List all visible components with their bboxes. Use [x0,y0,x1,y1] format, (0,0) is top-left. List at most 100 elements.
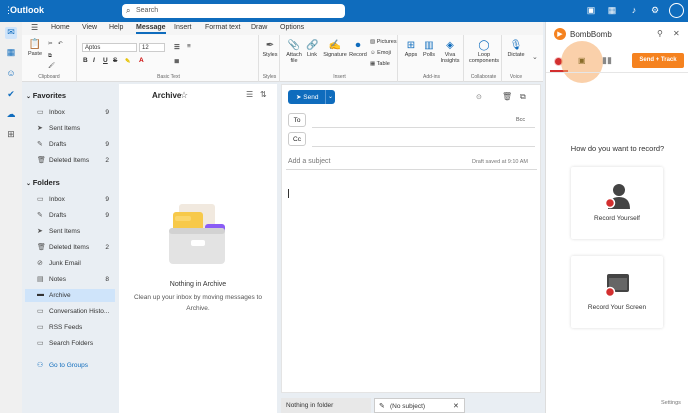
filter-icon[interactable]: ☰ [246,90,253,99]
to-label: To [293,117,301,124]
cc-field[interactable] [312,132,532,146]
highlight-icon[interactable]: ✎ [125,57,130,65]
tab-options[interactable]: Options [280,24,304,31]
font-color-icon[interactable]: A [139,57,144,64]
settings-icon[interactable]: ⚙ [649,5,661,16]
folder-deleted-items[interactable]: 🗑 Deleted Items 2 [25,241,115,254]
tab-message[interactable]: Message [136,24,166,34]
attach-file-button[interactable]: 📎 Attach file [286,40,302,64]
folder-junk-email[interactable]: ⊘ Junk Email [25,257,115,270]
cut-icon[interactable]: ✂ [48,41,53,47]
onedrive-icon[interactable]: ☁ [5,109,17,121]
record-button[interactable]: ⏺ Record [348,40,368,58]
font-name-dropdown[interactable]: Aptos [82,43,137,52]
font-size-dropdown[interactable]: 12 [139,43,165,52]
folder-label: Sent Items [49,228,81,235]
settings-link[interactable]: Settings [661,400,681,406]
undo-icon[interactable]: ↶ [58,41,63,47]
search-input[interactable]: ⌕ Search [122,4,345,18]
record-yourself-card[interactable]: Record Yourself [571,167,663,239]
folder-notes[interactable]: ▤ Notes 8 [25,273,115,286]
apps-icon[interactable]: ⊞ [5,129,17,141]
dictate-button[interactable]: 🎙 Dictate [505,40,527,58]
bullets-icon[interactable]: ☰ [174,43,180,51]
styles-button[interactable]: ✒ Styles [261,40,279,58]
analytics-icon[interactable]: ▮▮ [602,55,612,66]
pin-icon[interactable]: ⚲ [657,29,663,38]
folder-archive[interactable]: ▬ Archive [25,289,115,302]
favorites-header[interactable]: ⌄ Favorites [26,91,66,100]
delete-icon[interactable]: 🗑 [502,92,512,101]
signature-button[interactable]: ✍ Signature [322,40,348,58]
tab-draft[interactable]: ✎ (No subject) ✕ [374,398,465,413]
folder-rss-feeds[interactable]: ▭ RSS Feeds [25,321,115,334]
calendar-icon[interactable]: ▦ [606,5,618,16]
pictures-button[interactable]: ▨ Pictures [370,39,397,45]
viva-insights-button[interactable]: ◈ Viva Insights [440,40,460,64]
emoji-button[interactable]: ☺ Emoji [370,50,391,56]
avatar[interactable] [669,3,684,18]
format-painter-icon[interactable]: 🖌 [48,63,55,69]
close-icon[interactable]: ✕ [673,29,680,38]
table-button[interactable]: ▦ Table [370,61,390,67]
tab-nothing-in-folder[interactable]: Nothing in folder [281,398,371,413]
polls-button[interactable]: ▥ Polls [422,40,436,58]
to-field[interactable] [312,113,532,127]
sort-icon[interactable]: ⇅ [260,90,267,99]
underline-icon[interactable]: U [103,57,108,64]
folder-conversation-history[interactable]: ▭ Conversation Histo... [25,305,115,318]
tab-home[interactable]: Home [51,24,70,31]
to-divider [312,127,535,128]
star-icon[interactable]: ☆ [180,90,188,101]
bcc-link[interactable]: Bcc [516,117,525,123]
send-track-button[interactable]: Send + Track [632,53,684,68]
paste-button[interactable]: 📋 Paste [26,39,44,57]
numbering-icon[interactable]: ≡ [187,43,191,50]
favorite-sent-items[interactable]: ➤ Sent Items [25,122,115,135]
tab-format-text[interactable]: Format text [205,24,240,31]
loop-components-button[interactable]: ◯ Loop components [468,40,500,64]
popout-icon[interactable]: ⧉ [520,92,526,102]
junk-icon: ⊘ [37,260,43,267]
subject-input[interactable]: Add a subject [288,158,330,165]
link-button[interactable]: 🔗 Link [306,40,318,58]
mail-icon[interactable]: ✉ [5,27,17,39]
tab-draw[interactable]: Draw [251,24,267,31]
strikethrough-icon[interactable]: S [113,57,117,64]
chevron-down-icon: ⌄ [327,94,334,100]
hamburger-icon[interactable]: ☰ [31,23,38,32]
favorite-inbox[interactable]: ▭ Inbox 9 [25,106,115,119]
folder-label: Drafts [49,212,67,219]
to-button[interactable]: To [288,113,306,127]
record-screen-card[interactable]: Record Your Screen [571,256,663,328]
folder-drafts[interactable]: ✎ Drafts 9 [25,209,115,222]
copy-icon[interactable]: ⧉ [48,53,52,60]
todo-icon[interactable]: ✔ [5,89,17,101]
ribbon-collapse-icon[interactable]: ⌄ [532,53,538,61]
favorite-drafts[interactable]: ✎ Drafts 9 [25,138,115,151]
folder-inbox[interactable]: ▭ Inbox 9 [25,193,115,206]
calendar-icon[interactable]: ▦ [5,47,17,59]
message-body[interactable] [286,173,537,383]
meet-now-icon[interactable]: ▣ [585,5,597,16]
folders-header[interactable]: ⌄ Folders [26,178,60,187]
apps-button[interactable]: ⊞ Apps [404,40,418,58]
favorite-deleted-items[interactable]: 🗑 Deleted Items 2 [25,154,115,167]
tab-view[interactable]: View [82,24,97,31]
align-left-icon[interactable]: ≣ [174,57,179,65]
tab-insert[interactable]: Insert [174,24,192,31]
italic-icon[interactable]: I [93,57,95,64]
folder-sent-items[interactable]: ➤ Sent Items [25,225,115,238]
go-to-groups-link[interactable]: ⚇ Go to Groups [25,359,115,372]
cc-button[interactable]: Cc [288,132,306,146]
bold-icon[interactable]: B [83,57,88,64]
people-icon[interactable]: ☺ [5,68,17,80]
notifications-icon[interactable]: ♪ [628,5,640,15]
importance-icon[interactable]: ⊙ [476,93,482,101]
tab-help[interactable]: Help [109,24,123,31]
send-button[interactable]: ➤ Send [288,90,325,104]
send-options-dropdown[interactable]: ⌄ [325,90,335,104]
video-library-icon[interactable]: ▣ [578,56,586,65]
close-icon[interactable]: ✕ [453,402,459,410]
folder-search-folders[interactable]: ▭ Search Folders [25,337,115,350]
